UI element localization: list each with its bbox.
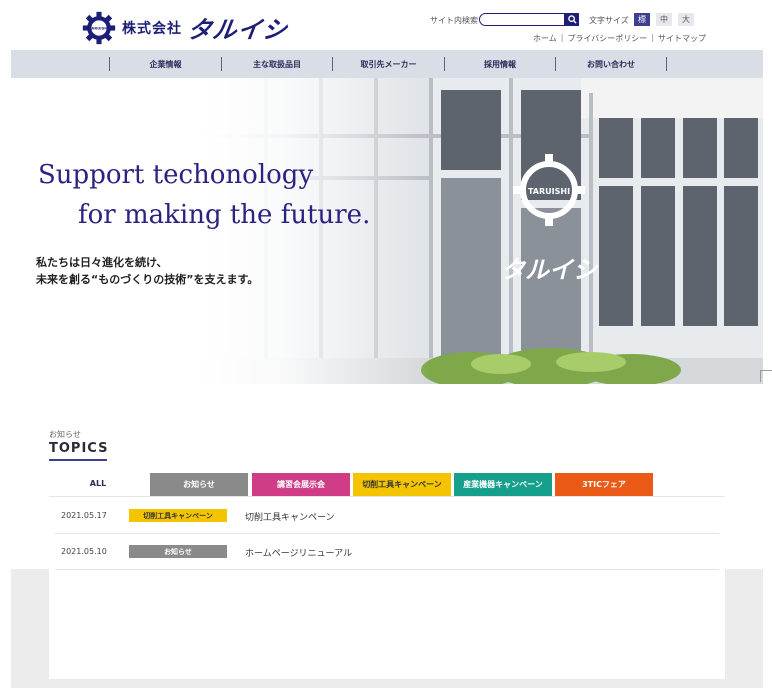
header-sub-links: ホーム | プライバシーポリシー | サイトマップ [533, 33, 706, 44]
home-link[interactable]: ホーム [533, 33, 557, 44]
nav-item-company[interactable]: 企業情報 [110, 50, 221, 78]
search-icon [567, 15, 577, 24]
nav-item-recruit[interactable]: 採用情報 [445, 50, 555, 78]
site-search-input[interactable] [479, 13, 565, 26]
tab-baseline [49, 496, 725, 497]
link-separator: | [651, 33, 655, 42]
topics-subtitle: お知らせ [49, 430, 81, 439]
topic-title-link[interactable]: ホームページリニューアル [245, 546, 352, 559]
tab-all[interactable]: ALL [70, 476, 126, 490]
nav-item-makers[interactable]: 取引先メーカー [333, 50, 444, 78]
logo-company-name: タルイシ [185, 16, 290, 44]
topic-date: 2021.05.10 [61, 547, 107, 556]
privacy-policy-link[interactable]: プライバシーポリシー [567, 33, 647, 44]
tab-seminar-exhibition[interactable]: 講習会展示会 [252, 473, 350, 496]
font-size-label: 文字サイズ [589, 16, 629, 25]
scroll-marker [760, 370, 772, 382]
font-size-standard-button[interactable]: 標 [634, 13, 650, 26]
window-logo-katakana: タルイシ [501, 256, 599, 284]
tab-3tic-fair[interactable]: 3TICフェア [555, 473, 653, 496]
gear-logo-text: TARUISHI [89, 26, 109, 30]
hero-title-line2: for making the future. [78, 200, 371, 230]
hero-banner: TARUISHI タルイシ Support techonology for ma… [11, 78, 763, 384]
hero-title-line1: Support techonology [38, 160, 314, 190]
sitemap-link[interactable]: サイトマップ [658, 33, 706, 44]
topics-title-underline [49, 459, 107, 461]
site-header: TARUISHI 株式会社 タルイシ サイト内検索 文字サイズ 標 中 大 ホー… [0, 0, 772, 50]
topic-date: 2021.05.17 [61, 511, 107, 520]
link-separator: | [560, 33, 564, 42]
topic-title-link[interactable]: 切削工具キャンペーン [245, 510, 335, 523]
topic-row[interactable]: 2021.05.17 切削工具キャンペーン 切削工具キャンペーン [55, 498, 719, 534]
logo-company-type: 株式会社 [122, 20, 182, 37]
search-label: サイト内検索 [430, 16, 478, 25]
hero-description-line2: 未来を創る“ものづくりの技術”を支えます。 [36, 273, 259, 286]
topic-row[interactable]: 2021.05.10 お知らせ ホームページリニューアル [55, 534, 719, 570]
topic-category-badge: 切削工具キャンペーン [129, 509, 227, 522]
tab-industrial-equipment-campaign[interactable]: 産業機器キャンペーン [454, 473, 552, 496]
page: TARUISHI 株式会社 タルイシ サイト内検索 文字サイズ 標 中 大 ホー… [0, 0, 772, 688]
font-size-large-button[interactable]: 大 [678, 13, 694, 26]
topics-title: TOPICS [49, 441, 109, 456]
site-logo[interactable]: TARUISHI 株式会社 タルイシ [82, 10, 290, 45]
global-nav: 企業情報 主な取扱品目 取引先メーカー 採用情報 お問い合わせ [11, 50, 763, 78]
window-logo-text: TARUISHI [528, 187, 570, 196]
tab-news[interactable]: お知らせ [150, 473, 248, 496]
hero-fade-overlay [11, 78, 431, 384]
search-button[interactable] [565, 13, 579, 26]
font-size-medium-button[interactable]: 中 [656, 13, 672, 26]
topic-category-badge: お知らせ [129, 545, 227, 558]
nav-divider [666, 57, 667, 71]
nav-item-products[interactable]: 主な取扱品目 [222, 50, 332, 78]
nav-item-contact[interactable]: お問い合わせ [556, 50, 666, 78]
gear-logo-icon: TARUISHI [82, 11, 116, 44]
tab-cutting-tool-campaign[interactable]: 切削工具キャンペーン [353, 473, 451, 496]
hero-description-line1: 私たちは日々進化を続け、 [36, 256, 168, 269]
